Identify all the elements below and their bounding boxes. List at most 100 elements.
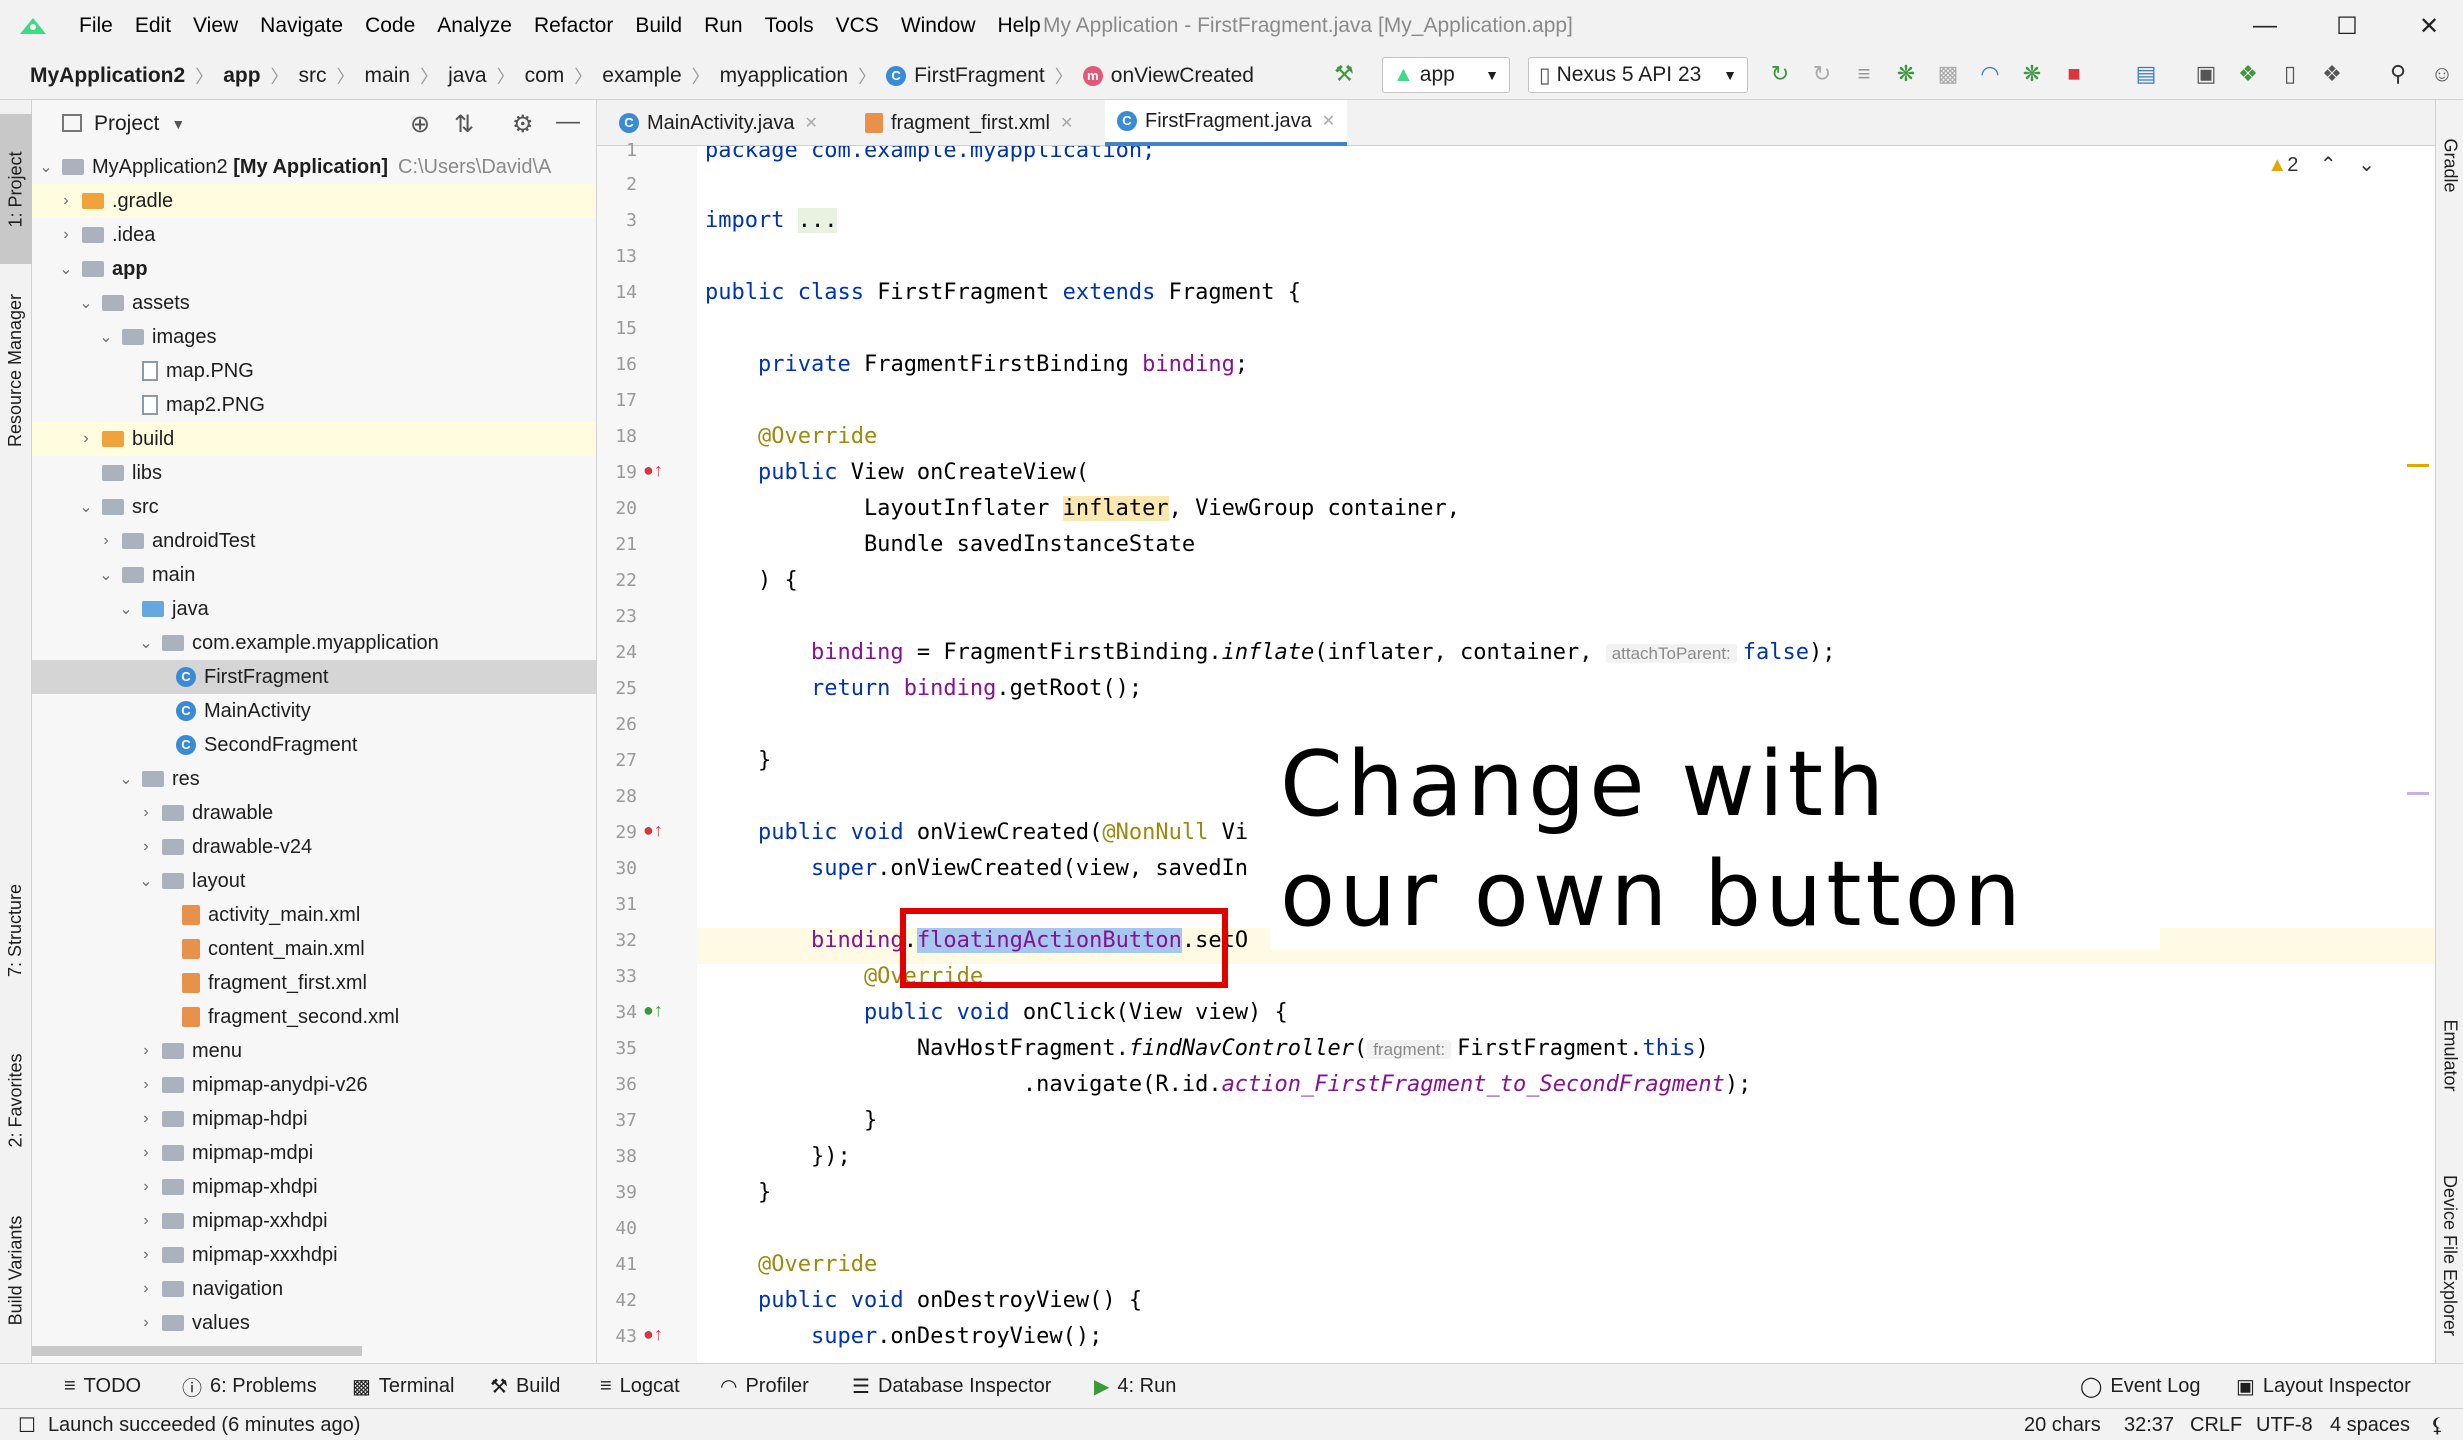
tool-build[interactable]: ⚒ Build xyxy=(490,1364,560,1409)
tree-item-drawable[interactable]: › drawable xyxy=(32,796,596,830)
tool-event-log[interactable]: ◯ Event Log xyxy=(2080,1364,2200,1409)
override-marker-icon[interactable]: ●↑ xyxy=(643,460,663,481)
close-window-button[interactable]: ✕ xyxy=(2394,0,2463,52)
tree-item-java[interactable]: ⌄ java xyxy=(32,592,596,626)
menu-build[interactable]: Build xyxy=(624,14,693,38)
coverage-icon[interactable]: ≡ xyxy=(1850,60,1878,88)
tree-item-images[interactable]: ⌄ images xyxy=(32,320,596,354)
tree-item-layout[interactable]: ⌄ layout xyxy=(32,864,596,898)
tree-item-main[interactable]: ⌄ main xyxy=(32,558,596,592)
tree-item-androidtest[interactable]: › androidTest xyxy=(32,524,596,558)
tree-item-fragment-first-xml[interactable]: fragment_first.xml xyxy=(32,966,596,1000)
breadcrumb-java[interactable]: java xyxy=(448,64,487,88)
breadcrumb-project[interactable]: MyApplication2 xyxy=(30,64,185,88)
tool-terminal[interactable]: ▩ Terminal xyxy=(352,1364,454,1409)
project-view-select[interactable]: Project xyxy=(94,112,159,136)
search-icon[interactable]: ⚲ xyxy=(2384,60,2412,88)
tree-item-assets[interactable]: ⌄ assets xyxy=(32,286,596,320)
marker[interactable] xyxy=(2407,792,2429,795)
lock-icon[interactable]: ⚸ xyxy=(2430,1409,2445,1440)
tab-emulator[interactable]: Emulator xyxy=(2436,980,2463,1130)
menu-window[interactable]: Window xyxy=(890,14,987,38)
tab-fragment-first-xml[interactable]: fragment_first.xml ✕ xyxy=(847,100,1085,146)
tree-item-mipmap-xhdpi[interactable]: › mipmap-xhdpi xyxy=(32,1170,596,1204)
tree-item-navigation[interactable]: › navigation xyxy=(32,1272,596,1306)
tool-problems[interactable]: ⓘ 6: Problems xyxy=(182,1364,317,1409)
device-manager-icon[interactable]: ▯ xyxy=(2276,60,2304,88)
menu-refactor[interactable]: Refactor xyxy=(523,14,624,38)
breadcrumb-myapplication[interactable]: myapplication xyxy=(720,64,848,88)
tree-item-mipmap-hdpi[interactable]: › mipmap-hdpi xyxy=(32,1102,596,1136)
sdk-manager-icon[interactable]: ❖ xyxy=(2234,60,2262,88)
tree-item-gradle[interactable]: › .gradle xyxy=(32,184,596,218)
tab-build-variants[interactable]: Build Variants xyxy=(0,1190,32,1350)
gear-icon[interactable]: ⚙ xyxy=(512,110,534,139)
menu-edit[interactable]: Edit xyxy=(124,14,182,38)
tree-item-menu[interactable]: › menu xyxy=(32,1034,596,1068)
tool-todo[interactable]: ≡ TODO xyxy=(64,1364,141,1409)
profile-icon[interactable]: ◠ xyxy=(1976,60,2004,88)
warning-marker[interactable] xyxy=(2407,464,2429,467)
tree-item-libs[interactable]: libs xyxy=(32,456,596,490)
run-with-coverage-icon[interactable]: ▩ xyxy=(1934,60,1962,88)
breadcrumb-com[interactable]: com xyxy=(525,64,565,88)
status-indent[interactable]: 4 spaces xyxy=(2330,1409,2410,1440)
tree-item-mipmap-xxhdpi[interactable]: › mipmap-xxhdpi xyxy=(32,1204,596,1238)
hide-panel-icon[interactable]: — xyxy=(556,108,580,136)
status-line-separator[interactable]: CRLF xyxy=(2190,1409,2242,1440)
tool-profiler[interactable]: ◠ Profiler xyxy=(720,1364,809,1409)
dropdown-arrow-icon[interactable]: ▼ xyxy=(171,116,185,132)
breadcrumb-example[interactable]: example xyxy=(602,64,681,88)
sync-gradle-icon[interactable]: ▤ xyxy=(2132,60,2160,88)
tree-item-secondfragment[interactable]: C SecondFragment xyxy=(32,728,596,762)
tree-root[interactable]: ⌄ MyApplication2 [My Application] C:\Use… xyxy=(32,150,596,184)
minimize-button[interactable]: — xyxy=(2230,0,2300,52)
menu-tools[interactable]: Tools xyxy=(754,14,825,38)
tool-run[interactable]: ▶ 4: Run xyxy=(1094,1364,1176,1409)
breadcrumb-class[interactable]: FirstFragment xyxy=(914,64,1045,88)
tab-project[interactable]: 1: Project xyxy=(0,114,32,264)
tree-item-map-png[interactable]: map.PNG xyxy=(32,354,596,388)
project-structure-icon[interactable]: ❖ xyxy=(2318,60,2346,88)
tree-item-mipmap-anydpi[interactable]: › mipmap-anydpi-v26 xyxy=(32,1068,596,1102)
menu-run[interactable]: Run xyxy=(693,14,754,38)
debug-icon[interactable]: ❋ xyxy=(1892,60,1920,88)
tree-item-idea[interactable]: › .idea xyxy=(32,218,596,252)
status-encoding[interactable]: UTF-8 xyxy=(2256,1409,2313,1440)
tree-item-map2-png[interactable]: map2.PNG xyxy=(32,388,596,422)
attach-debugger-icon[interactable]: ❋ xyxy=(2018,60,2046,88)
apply-changes-icon[interactable]: ↻ xyxy=(1766,60,1794,88)
inspection-widget[interactable]: ▲2 ⌃ ⌄ xyxy=(2267,152,2375,177)
tree-item-drawable-v24[interactable]: › drawable-v24 xyxy=(32,830,596,864)
tree-item-fragment-second-xml[interactable]: fragment_second.xml xyxy=(32,1000,596,1034)
tree-item-package[interactable]: ⌄ com.example.myapplication xyxy=(32,626,596,660)
menu-code[interactable]: Code xyxy=(354,14,426,38)
tree-item-res[interactable]: ⌄ res xyxy=(32,762,596,796)
maximize-button[interactable]: ☐ xyxy=(2312,0,2382,52)
override-marker-icon[interactable]: ●↑ xyxy=(643,820,663,841)
tab-firstfragment[interactable]: C FirstFragment.java ✕ xyxy=(1105,100,1348,146)
user-icon[interactable]: ☺ xyxy=(2428,60,2456,88)
breadcrumb-method[interactable]: onViewCreated xyxy=(1111,64,1254,88)
tool-database-inspector[interactable]: ☰ Database Inspector xyxy=(852,1364,1051,1409)
tree-item-src[interactable]: ⌄ src xyxy=(32,490,596,524)
override-marker-icon[interactable]: ●↑ xyxy=(643,1324,663,1345)
tree-item-firstfragment[interactable]: C FirstFragment xyxy=(32,660,596,694)
tool-layout-inspector[interactable]: ▣ Layout Inspector xyxy=(2236,1364,2411,1409)
tree-item-mipmap-mdpi[interactable]: › mipmap-mdpi xyxy=(32,1136,596,1170)
apply-code-changes-icon[interactable]: ↻ xyxy=(1808,60,1836,88)
menu-navigate[interactable]: Navigate xyxy=(249,14,354,38)
tree-item-mipmap-xxxhdpi[interactable]: › mipmap-xxxhdpi xyxy=(32,1238,596,1272)
menu-file[interactable]: File xyxy=(68,14,124,38)
breadcrumb-src[interactable]: src xyxy=(299,64,327,88)
menu-vcs[interactable]: VCS xyxy=(825,14,890,38)
implement-marker-icon[interactable]: ●↑ xyxy=(643,1000,663,1021)
avd-manager-icon[interactable]: ▣ xyxy=(2192,60,2220,88)
tree-item-build[interactable]: › build xyxy=(32,422,596,456)
tab-gradle[interactable]: Gradle xyxy=(2436,110,2463,220)
breadcrumb-app[interactable]: app xyxy=(223,64,260,88)
tab-mainactivity[interactable]: C MainActivity.java ✕ xyxy=(607,100,830,146)
locate-icon[interactable]: ⊕ xyxy=(410,110,430,139)
tab-favorites[interactable]: 2: Favorites xyxy=(0,1020,32,1180)
menu-help[interactable]: Help xyxy=(987,14,1052,38)
